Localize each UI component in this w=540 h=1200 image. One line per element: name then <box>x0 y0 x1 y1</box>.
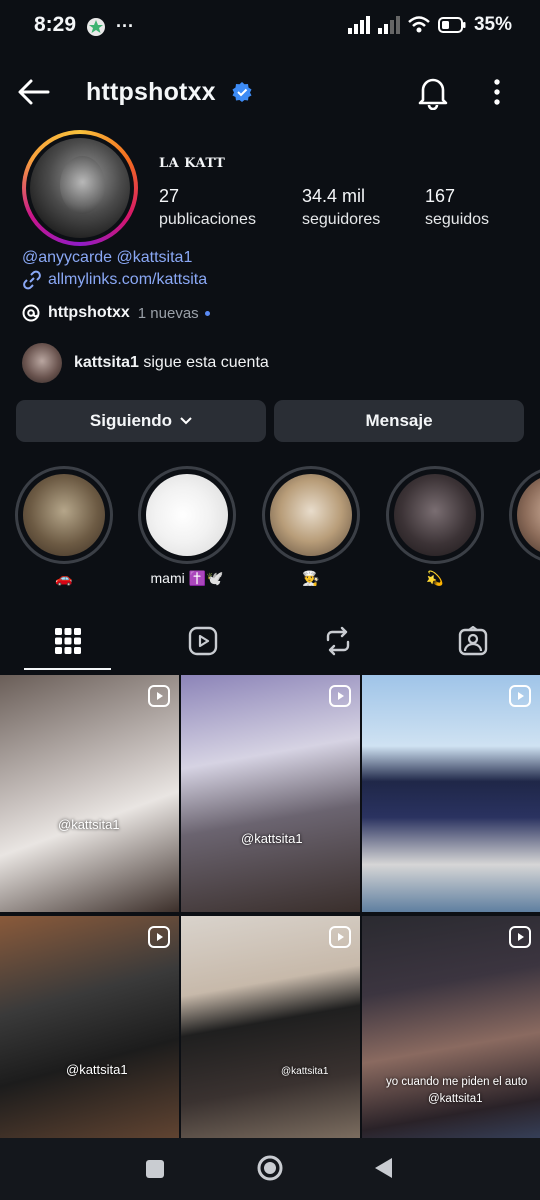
profile-username: httpshotxx <box>86 78 216 106</box>
profile-avatar-story-ring[interactable] <box>22 130 138 246</box>
grid-post[interactable] <box>362 675 540 912</box>
tab-reels[interactable] <box>135 612 270 670</box>
post-caption: yo cuando me piden el auto <box>386 1076 528 1088</box>
link-icon <box>23 270 41 290</box>
back-triangle-icon[interactable] <box>372 1156 396 1180</box>
tab-reposts[interactable] <box>270 612 405 670</box>
threads-username: httpshotxx <box>48 304 130 321</box>
threads-new-dot <box>204 310 210 316</box>
threads-new-count: 1 nuevas <box>137 304 199 322</box>
highlight-caption: mami ✝️🕊️ <box>150 570 224 586</box>
display-name: LA KATT <box>159 156 226 171</box>
threads-icon <box>22 304 40 322</box>
more-options-icon[interactable] <box>486 76 508 108</box>
grid-icon <box>54 628 81 654</box>
threads-badge[interactable]: httpshotxx 1 nuevas <box>22 304 210 322</box>
signal-2-icon <box>377 16 400 34</box>
stat-followers[interactable]: 34.4 mil seguidores <box>302 186 380 229</box>
profile-header: httpshotxx <box>0 62 540 122</box>
wifi-icon <box>408 16 430 33</box>
following-button-label: Siguiendo <box>89 411 173 430</box>
verified-badge-icon <box>232 82 252 102</box>
app-notification-icon <box>87 17 105 36</box>
tagged-icon <box>458 626 487 656</box>
highlight-cover <box>23 474 105 556</box>
message-button[interactable]: Mensaje <box>274 400 524 442</box>
avatar <box>30 138 130 238</box>
stat-following-label: seguidos <box>425 211 490 228</box>
reel-icon <box>509 926 531 948</box>
highlight-cover <box>270 474 352 556</box>
highlight-caption: 🚗 <box>55 570 73 586</box>
highlight-cover <box>146 474 228 556</box>
following-button[interactable]: Siguiendo <box>16 400 266 442</box>
grid-post[interactable]: @kattsita1 <box>181 675 360 912</box>
bio-mentions[interactable]: @anyycarde @kattsita1 <box>22 247 207 269</box>
post-watermark: @kattsita1 <box>241 831 303 846</box>
stat-following-count: 167 <box>425 186 456 206</box>
stat-following[interactable]: 167 seguidos <box>425 186 489 229</box>
posts-grid: @kattsita1 @kattsita1 @kattsita1 @kattsi… <box>0 673 540 1153</box>
highlight-item[interactable]: mami ✝️🕊️ <box>138 466 236 587</box>
grid-post[interactable]: yo cuando me piden el auto @kattsita1 <box>362 916 540 1153</box>
mutual-follower-text: sigue esta cuenta <box>138 354 269 371</box>
status-bar: 8:29 ··· 35% <box>0 0 540 50</box>
grid-post[interactable]: @kattsita1 <box>0 675 179 912</box>
tab-posts-grid[interactable] <box>0 612 135 670</box>
reposts-icon <box>326 626 349 656</box>
reel-icon <box>509 685 531 707</box>
highlight-cover <box>517 474 540 556</box>
message-button-label: Mensaje <box>365 411 433 430</box>
highlight-item[interactable]: 🚗 <box>15 466 113 587</box>
bio: @anyycarde @kattsita1 allmylinks.com/kat… <box>22 247 207 291</box>
reel-icon <box>329 926 351 948</box>
highlight-caption: 💫 <box>426 570 444 586</box>
post-watermark: @kattsita1 <box>58 817 120 832</box>
home-circle-icon[interactable] <box>256 1154 284 1182</box>
battery-icon <box>437 17 466 33</box>
recents-square-icon[interactable] <box>144 1158 166 1180</box>
stat-posts[interactable]: 27 publicaciones <box>159 186 256 229</box>
mutual-follower-username: kattsita1 <box>74 354 139 371</box>
mutual-follower[interactable]: kattsita1 sigue esta cuenta <box>22 343 269 383</box>
stat-posts-count: 27 <box>159 186 180 206</box>
back-arrow-icon[interactable] <box>16 74 52 110</box>
profile-tabs <box>0 612 540 670</box>
stat-posts-label: publicaciones <box>159 211 256 228</box>
highlight-item[interactable]: 💫 <box>386 466 484 587</box>
reel-icon <box>329 685 351 707</box>
reel-icon <box>148 685 170 707</box>
reels-icon <box>188 626 217 656</box>
highlight-item[interactable] <box>509 466 540 570</box>
signal-icon <box>347 16 370 34</box>
tab-tagged[interactable] <box>405 612 540 670</box>
status-time: 8:29 <box>34 13 77 36</box>
system-navigation-bar <box>0 1138 540 1200</box>
grid-post[interactable]: @kattsita1 <box>0 916 179 1153</box>
highlight-cover <box>394 474 476 556</box>
bio-link[interactable]: allmylinks.com/kattsita <box>22 269 207 291</box>
stat-followers-label: seguidores <box>302 211 381 228</box>
status-notification-icons: ··· <box>86 16 134 37</box>
post-watermark: @kattsita1 <box>281 1066 329 1077</box>
battery-level: 35% <box>473 14 512 35</box>
reel-icon <box>148 926 170 948</box>
post-watermark: @kattsita1 <box>428 1093 483 1105</box>
highlight-caption: 👨‍🍳 <box>302 570 320 586</box>
stat-followers-count: 34.4 mil <box>302 186 366 206</box>
notifications-bell-icon[interactable] <box>416 74 450 110</box>
post-watermark: @kattsita1 <box>66 1062 128 1077</box>
chevron-down-icon <box>180 417 192 425</box>
grid-post[interactable]: @kattsita1 <box>181 916 360 1153</box>
bio-link-text: allmylinks.com/kattsita <box>48 271 208 288</box>
highlight-item[interactable]: 👨‍🍳 <box>262 466 360 587</box>
more-notifications-icon: ··· <box>116 16 134 36</box>
mutual-follower-avatar <box>22 343 62 383</box>
